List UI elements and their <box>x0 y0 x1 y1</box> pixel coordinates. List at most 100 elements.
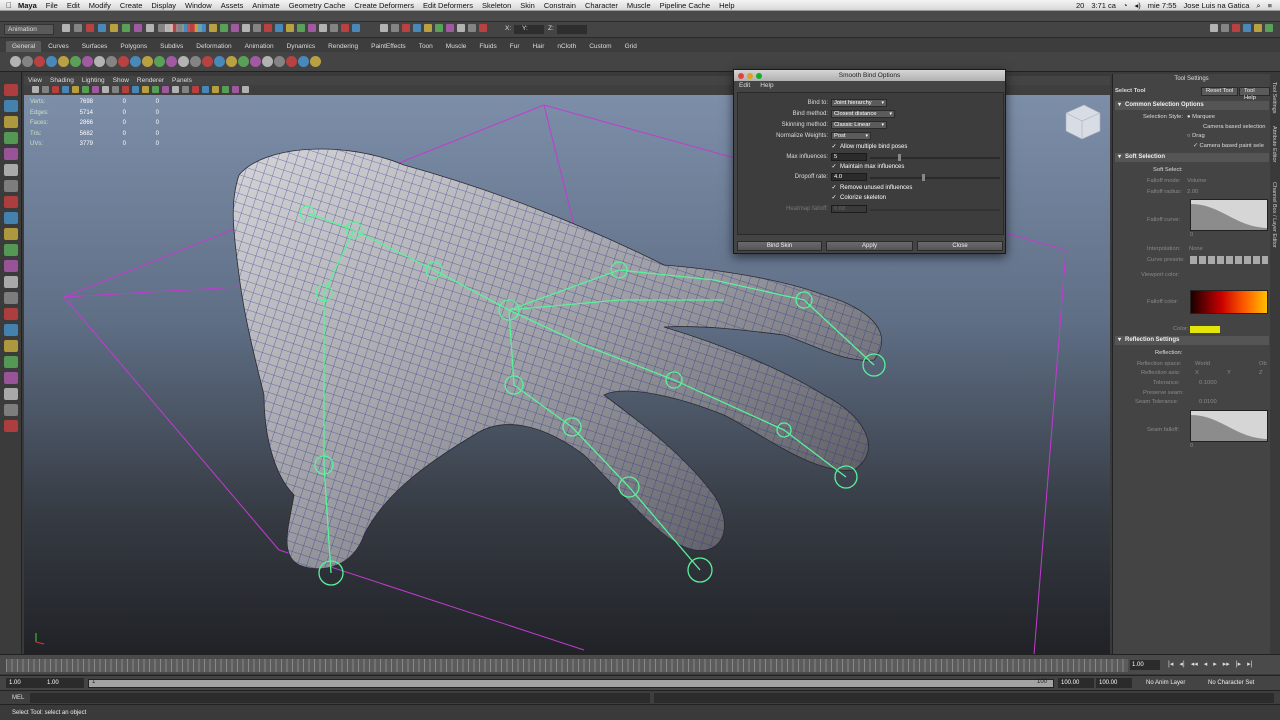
menu-help[interactable]: Help <box>719 1 734 10</box>
volume-icon[interactable]: ◂) <box>1134 1 1140 10</box>
shelf-tab-rendering[interactable]: Rendering <box>322 41 364 52</box>
dropoff-rate-slider[interactable] <box>870 174 1000 181</box>
menu-pipeline-cache[interactable]: Pipeline Cache <box>660 1 710 10</box>
status-line-icon[interactable] <box>1265 24 1273 32</box>
common-selection-header[interactable]: Common Selection Options <box>1115 101 1269 110</box>
viewport-menu-lighting[interactable]: Lighting <box>82 76 105 85</box>
mode-selector[interactable]: Animation <box>4 24 54 35</box>
viewport-toolbar-icon[interactable] <box>142 86 149 93</box>
tool-help-button[interactable]: Tool Help <box>1239 87 1270 101</box>
menu-modify[interactable]: Modify <box>89 1 111 10</box>
shelf-tab-custom[interactable]: Custom <box>583 41 617 52</box>
status-line-icon[interactable] <box>413 24 421 32</box>
reflection-axis-z[interactable]: Z <box>1259 369 1263 377</box>
interpolation-select[interactable]: None <box>1189 245 1203 253</box>
shelf-tool-icon[interactable] <box>118 56 129 67</box>
toolbox-tool-icon[interactable] <box>4 116 18 128</box>
tolerance-field[interactable]: 0.1000 <box>1199 379 1217 387</box>
status-line-icon[interactable] <box>1232 24 1240 32</box>
status-line-icon[interactable] <box>435 24 443 32</box>
bind-method-select[interactable]: Closest distance <box>831 110 895 118</box>
dialog-menu-help[interactable]: Help <box>760 81 773 91</box>
shelf-tab-subdivs[interactable]: Subdivs <box>154 41 189 52</box>
shelf-tab-deformation[interactable]: Deformation <box>190 41 237 52</box>
status-line-icon[interactable] <box>479 24 487 32</box>
status-line-icon[interactable] <box>134 24 142 32</box>
current-frame-field[interactable]: 1.00 <box>1130 660 1160 670</box>
menu-constrain[interactable]: Constrain <box>544 1 576 10</box>
status-line-icon[interactable] <box>86 24 94 32</box>
viewport-menu-view[interactable]: View <box>28 76 42 85</box>
viewport-toolbar-icon[interactable] <box>212 86 219 93</box>
play-back-icon[interactable]: ◂ <box>1204 660 1208 668</box>
viewport-toolbar-icon[interactable] <box>242 86 249 93</box>
menu-animate[interactable]: Animate <box>252 1 280 10</box>
step-forward-icon[interactable]: |▸ <box>1236 660 1241 668</box>
status-line-icon[interactable] <box>308 24 316 32</box>
menu-display[interactable]: Display <box>151 1 176 10</box>
dropoff-rate-field[interactable]: 4.0 <box>831 173 867 181</box>
reflection-settings-header[interactable]: Reflection Settings <box>1115 336 1269 345</box>
status-line-icon[interactable] <box>391 24 399 32</box>
viewport-toolbar-icon[interactable] <box>32 86 39 93</box>
slider-knob[interactable] <box>922 174 925 181</box>
menu-edit[interactable]: Edit <box>67 1 80 10</box>
viewport-menu-shading[interactable]: Shading <box>50 76 74 85</box>
step-back-key-icon[interactable]: ◂◂ <box>1191 660 1198 668</box>
status-line-icon[interactable] <box>98 24 106 32</box>
viewport-toolbar-icon[interactable] <box>82 86 89 93</box>
shelf-tool-icon[interactable] <box>298 56 309 67</box>
status-line-icon[interactable] <box>1210 24 1218 32</box>
shelf-tool-icon[interactable] <box>34 56 45 67</box>
status-line-icon[interactable] <box>380 24 388 32</box>
status-line-icon[interactable] <box>198 24 206 32</box>
drag-radio[interactable]: ○ Drag <box>1187 132 1205 140</box>
shelf-tool-icon[interactable] <box>82 56 93 67</box>
menu-file[interactable]: File <box>46 1 58 10</box>
viewport-toolbar-icon[interactable] <box>42 86 49 93</box>
shelf-tool-icon[interactable] <box>202 56 213 67</box>
shelf-tab-toon[interactable]: Toon <box>413 41 439 52</box>
menu-geometry-cache[interactable]: Geometry Cache <box>289 1 346 10</box>
end-time-field[interactable]: 100.00 <box>1096 678 1132 688</box>
viewport-toolbar-icon[interactable] <box>62 86 69 93</box>
status-line-icon[interactable] <box>165 24 173 32</box>
status-line-icon[interactable] <box>341 24 349 32</box>
marquee-radio[interactable]: ● Marquee <box>1187 113 1215 121</box>
close-window-icon[interactable] <box>738 72 744 79</box>
go-to-start-icon[interactable]: |◂ <box>1168 660 1173 668</box>
status-line-icon[interactable] <box>74 24 82 32</box>
viewport-toolbar-icon[interactable] <box>92 86 99 93</box>
step-forward-key-icon[interactable]: ▸▸ <box>1223 660 1230 668</box>
shelf-tab-fur[interactable]: Fur <box>504 41 526 52</box>
shelf-tool-icon[interactable] <box>310 56 321 67</box>
shelf-tab-muscle[interactable]: Muscle <box>440 41 473 52</box>
viewport-toolbar-icon[interactable] <box>122 86 129 93</box>
status-line-icon[interactable] <box>242 24 250 32</box>
range-start-field[interactable]: 1.00 <box>44 678 84 688</box>
x-field[interactable] <box>514 25 544 34</box>
color-swatch[interactable] <box>1190 326 1220 333</box>
status-line-icon[interactable] <box>176 24 184 32</box>
remove-unused-checkbox[interactable]: ✓ Remove unused influences <box>831 184 912 193</box>
side-tab-channel-box[interactable]: Channel Box / Layer Editor <box>1271 182 1277 248</box>
status-line-icon[interactable] <box>264 24 272 32</box>
toolbox-tool-icon[interactable] <box>4 372 18 384</box>
colorize-skeleton-checkbox[interactable]: ✓ Colorize skeleton <box>831 194 886 203</box>
status-line-icon[interactable] <box>330 24 338 32</box>
bind-to-select[interactable]: Joint hierarchy <box>831 99 887 107</box>
falloff-curve-graph[interactable] <box>1190 199 1268 231</box>
shelf-tool-icon[interactable] <box>190 56 201 67</box>
wifi-icon[interactable]: ◔ <box>1123 1 1128 10</box>
app-name[interactable]: Maya <box>18 1 37 10</box>
shelf-tool-icon[interactable] <box>166 56 177 67</box>
dialog-menu-edit[interactable]: Edit <box>739 81 750 91</box>
max-influences-slider[interactable] <box>870 154 1000 161</box>
shelf-tool-icon[interactable] <box>178 56 189 67</box>
slider-knob[interactable] <box>898 154 901 161</box>
shelf-tool-icon[interactable] <box>22 56 33 67</box>
menu-create-deformers[interactable]: Create Deformers <box>354 1 414 10</box>
viewport-toolbar-icon[interactable] <box>72 86 79 93</box>
shelf-tool-icon[interactable] <box>226 56 237 67</box>
allow-multiple-checkbox[interactable]: ✓ Allow multiple bind poses <box>831 143 907 152</box>
